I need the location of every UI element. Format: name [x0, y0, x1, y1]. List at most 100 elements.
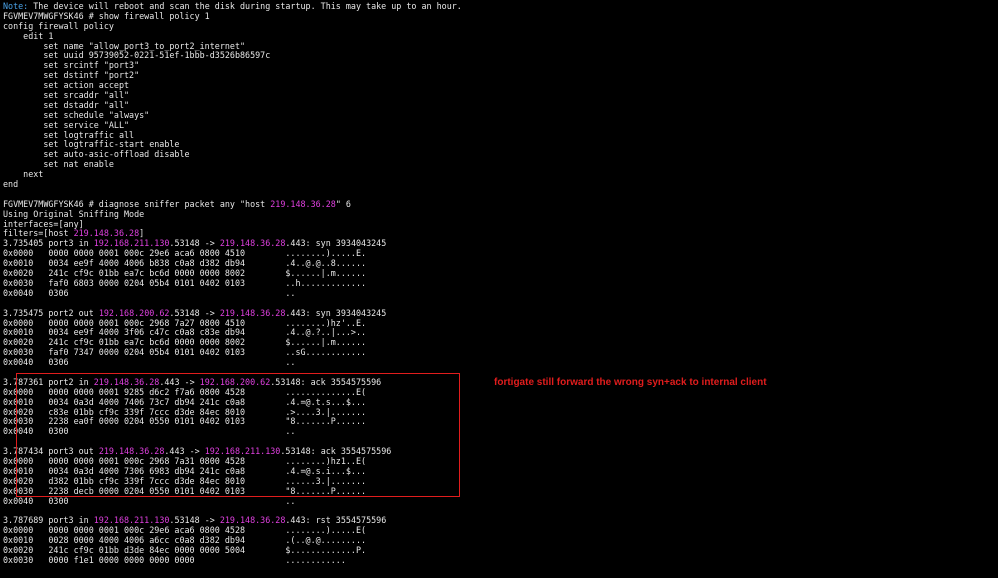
terminal-text: set dstaddr "all": [3, 99, 130, 110]
terminal-text: filters=[host: [3, 228, 74, 239]
terminal-text: 0x0040 0306 ..: [3, 287, 296, 298]
terminal-text: 0x0000 0000 0000 0001 000c 2968 7a31 080…: [3, 455, 367, 466]
terminal-line: set srcaddr "all": [3, 90, 993, 101]
ip-address: 192.168.211.130: [93, 515, 170, 526]
terminal-line: Using Original Sniffing Mode: [3, 208, 993, 220]
ip-address: 192.168.211.130: [93, 238, 170, 249]
ip-address: 219.148.36.28: [219, 307, 286, 318]
terminal-output: Note: The device will reboot and scan th…: [3, 1, 993, 566]
terminal-line: next: [3, 169, 993, 180]
terminal-text: 0x0010 0028 0000 4000 4006 a6cc c0a8 d38…: [3, 535, 367, 546]
terminal-text: 0x0010 0034 ee9f 4000 3f06 c47c c0a8 c83…: [3, 327, 367, 338]
terminal-text: 3.787434 port3 out: [3, 446, 99, 457]
ip-address: 192.168.200.62: [98, 307, 170, 318]
ip-address: 219.148.36.28: [219, 238, 286, 249]
terminal-text: 0x0000 0000 0000 0001 9285 d6c2 f7a6 080…: [3, 386, 367, 397]
terminal-text: FGVMEV7MWGFYSK46 # show firewall policy …: [3, 10, 210, 21]
terminal-line: set dstaddr "all": [3, 99, 993, 111]
terminal-text: set name "allow_port3_to_port2_internet": [3, 40, 246, 51]
terminal-text: " 6: [335, 198, 351, 209]
terminal-text: 0x0030 faf0 7347 0000 0204 05b4 0101 040…: [3, 347, 367, 358]
terminal-text: 0x0040 0300 ..: [3, 426, 296, 437]
ip-address: 192.168.200.62: [199, 376, 271, 387]
terminal-line: set dstintf "port2": [3, 70, 993, 81]
terminal-text: .443: syn 3934043245: [285, 238, 387, 249]
terminal-text: FGVMEV7MWGFYSK46 # diagnose sniffer pack…: [3, 198, 271, 209]
terminal-text: config firewall policy: [3, 20, 114, 31]
terminal-line: set uuid 95739052-0221-51ef-1bbb-d3526b8…: [3, 51, 993, 61]
terminal-text: 0x0030 2238 ea0f 0000 0204 0550 0101 040…: [3, 416, 367, 427]
terminal-text: .443 ->: [159, 376, 200, 387]
terminal-text: next: [3, 169, 44, 180]
terminal-line: end: [3, 179, 993, 190]
terminal-line: 0x0040 0300 ..: [3, 426, 993, 437]
terminal-text: 0x0020 241c cf9c 01bb ea7c bc6d 0000 000…: [3, 268, 367, 279]
terminal-text: 0x0040 0306 ..: [3, 357, 296, 368]
terminal-text: set auto-asic-offload disable: [3, 149, 190, 160]
terminal-text: 0x0030 0000 f1e1 0000 0000 0000 0000 ...…: [3, 554, 346, 565]
terminal-text: 0x0040 0300 ..: [3, 495, 296, 506]
terminal-text: set service "ALL": [3, 119, 130, 130]
terminal-text: edit 1: [3, 30, 54, 41]
terminal-text: .443 ->: [164, 446, 205, 457]
ip-address: 192.168.211.130: [204, 446, 281, 457]
terminal-text: 0x0020 c83e 01bb cf9c 339f 7ccc d3de 84e…: [3, 406, 367, 417]
terminal-line: 0x0030 0000 f1e1 0000 0000 0000 0000 ...…: [3, 554, 993, 566]
terminal-line: FGVMEV7MWGFYSK46 # diagnose sniffer pack…: [3, 198, 993, 210]
terminal-line: FGVMEV7MWGFYSK46 # show firewall policy …: [3, 10, 993, 22]
terminal-text: 3.735475 port2 out: [3, 307, 99, 318]
terminal-text: Using Original Sniffing Mode: [3, 208, 145, 219]
terminal-text: 0x0020 241c cf9c 01bb ea7c bc6d 0000 000…: [3, 337, 367, 348]
terminal-text: 0x0010 0034 ee9f 4000 4006 b838 c0a8 d38…: [3, 258, 367, 269]
terminal-text: ]: [139, 228, 145, 239]
terminal-text: 0x0030 2238 decb 0000 0204 0550 0101 040…: [3, 485, 367, 496]
terminal-text: interfaces=[any]: [3, 218, 84, 229]
terminal-text: 0x0030 faf0 6803 0000 0204 05b4 0101 040…: [3, 277, 367, 288]
terminal-text: 0x0000 0000 0000 0001 000c 2968 7a27 080…: [3, 317, 367, 328]
terminal-line: set service "ALL": [3, 119, 993, 131]
ip-address: 219.148.36.28: [219, 515, 286, 526]
terminal-text: 0x0020 d382 01bb cf9c 339f 7ccc d3de 84e…: [3, 475, 367, 486]
terminal-text: set srcintf "port3": [3, 60, 140, 71]
terminal-line: set srcintf "port3": [3, 60, 993, 71]
terminal-text: 0x0020 241c cf9c 01bb d3de 84ec 0000 000…: [3, 544, 367, 555]
note-label: Note:: [3, 1, 29, 11]
terminal-line: 0x0040 0306 ..: [3, 357, 993, 368]
ip-address: 219.148.36.28: [73, 228, 140, 239]
terminal-line: config firewall policy: [3, 20, 993, 32]
terminal-text: set srcaddr "all": [3, 90, 130, 101]
terminal-line: set nat enable: [3, 159, 993, 170]
terminal-line: set action accept: [3, 80, 993, 91]
terminal-text: 3.787689 port3 in: [3, 515, 94, 526]
terminal-text: set schedule "always": [3, 109, 150, 120]
terminal-line: interfaces=[any]: [3, 218, 993, 230]
terminal-text: 0x0010 0034 0a3d 4000 7306 6983 db94 241…: [3, 465, 367, 476]
terminal-text: set logtraffic all: [3, 129, 135, 140]
terminal-text: set nat enable: [3, 159, 114, 170]
terminal-line: 0x0040 0306 ..: [3, 287, 993, 299]
ip-address: 219.148.36.28: [270, 198, 336, 209]
terminal-text: .53148 ->: [169, 307, 220, 318]
terminal-text: set dstintf "port2": [3, 70, 140, 81]
terminal-text: set action accept: [3, 80, 130, 91]
terminal-text: 0x0000 0000 0000 0001 000c 29e6 aca6 080…: [3, 248, 367, 259]
terminal-line: set schedule "always": [3, 109, 993, 121]
terminal-text: .53148 ->: [169, 515, 220, 526]
terminal-text: .443: syn 3934043245: [285, 307, 387, 318]
terminal-text: .53148 ->: [169, 238, 220, 249]
terminal-text: 0x0010 0034 0a3d 4000 7406 73c7 db94 241…: [3, 396, 367, 407]
terminal-text: 0x0000 0000 0000 0001 000c 29e6 aca6 080…: [3, 525, 367, 536]
terminal-text: set uuid 95739052-0221-51ef-1bbb-d3526b8…: [3, 50, 271, 61]
terminal-text: .443: rst 3554575596: [285, 515, 387, 526]
terminal-line: set auto-asic-offload disable: [3, 149, 993, 160]
terminal-text: .53148: ack 3554575596: [280, 446, 392, 457]
terminal-line: 0x0040 0300 ..: [3, 495, 993, 507]
ip-address: 219.148.36.28: [98, 446, 165, 457]
annotation-text: fortigate still forward the wrong syn+ac…: [494, 377, 767, 388]
terminal-text: 3.787361 port2 in: [3, 376, 94, 387]
terminal-text: The device will reboot and scan the disk…: [28, 1, 462, 11]
terminal-text: 3.735405 port3 in: [3, 238, 94, 249]
ip-address: 219.148.36.28: [93, 376, 160, 387]
terminal-text: set logtraffic-start enable: [3, 139, 180, 150]
terminal-text: .53148: ack 3554575596: [270, 376, 382, 387]
